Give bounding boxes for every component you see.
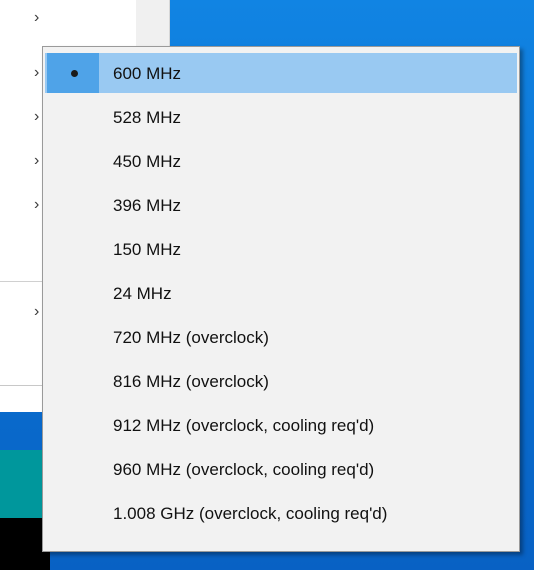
check-gutter [47,53,99,93]
chevron-right-icon: › [34,196,40,213]
chevron-right-icon: › [34,108,40,125]
chevron-right-icon: › [34,152,40,169]
menu-item-1008ghz-overclock[interactable]: 1.008 GHz (overclock, cooling req'd) [45,493,517,533]
menu-item-label: 816 MHz (overclock) [113,372,269,391]
menu-item-label: 960 MHz (overclock, cooling req'd) [113,460,375,479]
menu-item-24mhz[interactable]: 24 MHz [45,273,517,313]
menu-item-label: 912 MHz (overclock, cooling req'd) [113,416,375,435]
menu-item-label: 600 MHz [113,64,182,83]
menu-item-960mhz-overclock[interactable]: 960 MHz (overclock, cooling req'd) [45,449,517,489]
menu-item-label: 1.008 GHz (overclock, cooling req'd) [113,504,388,523]
chevron-right-icon: › [34,9,40,26]
chevron-right-icon: › [34,64,40,81]
menu-item-600mhz[interactable]: 600 MHz [45,53,517,93]
menu-item-label: 396 MHz [113,196,182,215]
menu-item-816mhz-overclock[interactable]: 816 MHz (overclock) [45,361,517,401]
menu-item-450mhz[interactable]: 450 MHz [45,141,517,181]
menu-item-label: 720 MHz (overclock) [113,328,269,347]
chevron-right-icon: › [34,303,40,320]
menu-item-label: 450 MHz [113,152,182,171]
menu-item-label: 24 MHz [113,284,172,303]
menu-item-label: 528 MHz [113,108,182,127]
menu-item-912mhz-overclock[interactable]: 912 MHz (overclock, cooling req'd) [45,405,517,445]
parent-menu-item[interactable]: › [0,7,136,29]
menu-item-150mhz[interactable]: 150 MHz [45,229,517,269]
menu-item-720mhz-overclock[interactable]: 720 MHz (overclock) [45,317,517,357]
cpu-speed-submenu: 600 MHz 528 MHz 450 MHz 396 MHz 150 MHz … [42,46,520,552]
menu-item-label: 150 MHz [113,240,182,259]
menu-item-396mhz[interactable]: 396 MHz [45,185,517,225]
menu-item-528mhz[interactable]: 528 MHz [45,97,517,137]
radio-selected-icon [71,70,78,77]
